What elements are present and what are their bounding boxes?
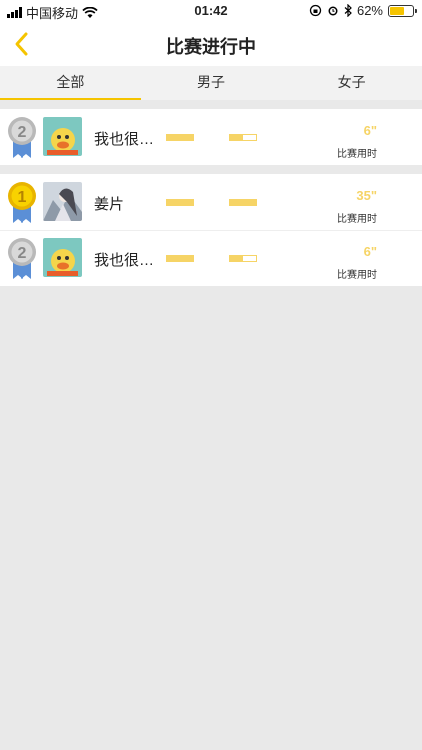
progress-fill <box>167 200 193 205</box>
list-item[interactable]: 2 我也很… 6" 比赛用时 <box>0 230 422 286</box>
orientation-lock-icon <box>309 4 322 17</box>
medal-rank: 1 <box>18 189 27 206</box>
progress-fill <box>167 256 193 261</box>
player-name: 我也很… <box>94 131 155 148</box>
progress-bar-1 <box>166 199 194 206</box>
ranking-list: 1 姜片 35" 比赛用时 2 我也很… 6" 比赛用时 <box>0 174 422 286</box>
list-item[interactable]: 1 姜片 35" 比赛用时 <box>0 174 422 231</box>
race-time: 6" <box>363 244 377 259</box>
player-name: 我也很… <box>94 252 155 269</box>
medal-rank: 2 <box>18 245 27 262</box>
progress-bar-1 <box>166 134 194 141</box>
race-time-label: 比赛用时 <box>337 149 377 160</box>
progress-fill <box>230 256 243 261</box>
battery-fill <box>390 6 404 15</box>
progress-bar-2 <box>229 255 257 262</box>
silver-medal-icon: 2 <box>8 238 36 279</box>
race-time-label: 比赛用时 <box>337 270 377 281</box>
race-time: 35" <box>356 188 377 203</box>
avatar <box>43 117 82 156</box>
gender-tabs: 全部 男子 女子 <box>0 66 422 100</box>
battery-icon <box>388 4 417 17</box>
alarm-icon <box>328 6 338 16</box>
tab-female[interactable]: 女子 <box>281 66 422 100</box>
medal-rank: 2 <box>18 124 27 141</box>
progress-bar-1 <box>166 255 194 262</box>
progress-bar-2 <box>229 199 257 206</box>
status-right: 62% <box>309 3 417 18</box>
nav-bar: 比赛进行中 <box>0 22 422 66</box>
tab-male[interactable]: 男子 <box>141 66 282 100</box>
avatar <box>43 238 82 277</box>
status-bar: 中国移动 01:42 62% <box>0 0 422 22</box>
gold-medal-icon: 1 <box>8 182 36 223</box>
avatar <box>43 182 82 221</box>
silver-medal-icon: 2 <box>8 117 36 158</box>
progress-fill <box>230 200 256 205</box>
bluetooth-icon <box>344 4 352 17</box>
progress-bar-2 <box>229 134 257 141</box>
battery-percent: 62% <box>356 3 383 18</box>
progress-fill <box>167 135 193 140</box>
tab-all[interactable]: 全部 <box>0 66 141 100</box>
race-time-label: 比赛用时 <box>337 214 377 225</box>
race-time: 6" <box>363 123 377 138</box>
player-name: 姜片 <box>94 196 125 213</box>
page-title: 比赛进行中 <box>166 37 256 57</box>
my-rank-card: 2 我也很… 6" 比赛用时 <box>0 109 422 165</box>
list-item[interactable]: 2 我也很… 6" 比赛用时 <box>0 109 422 165</box>
progress-fill <box>230 135 243 140</box>
